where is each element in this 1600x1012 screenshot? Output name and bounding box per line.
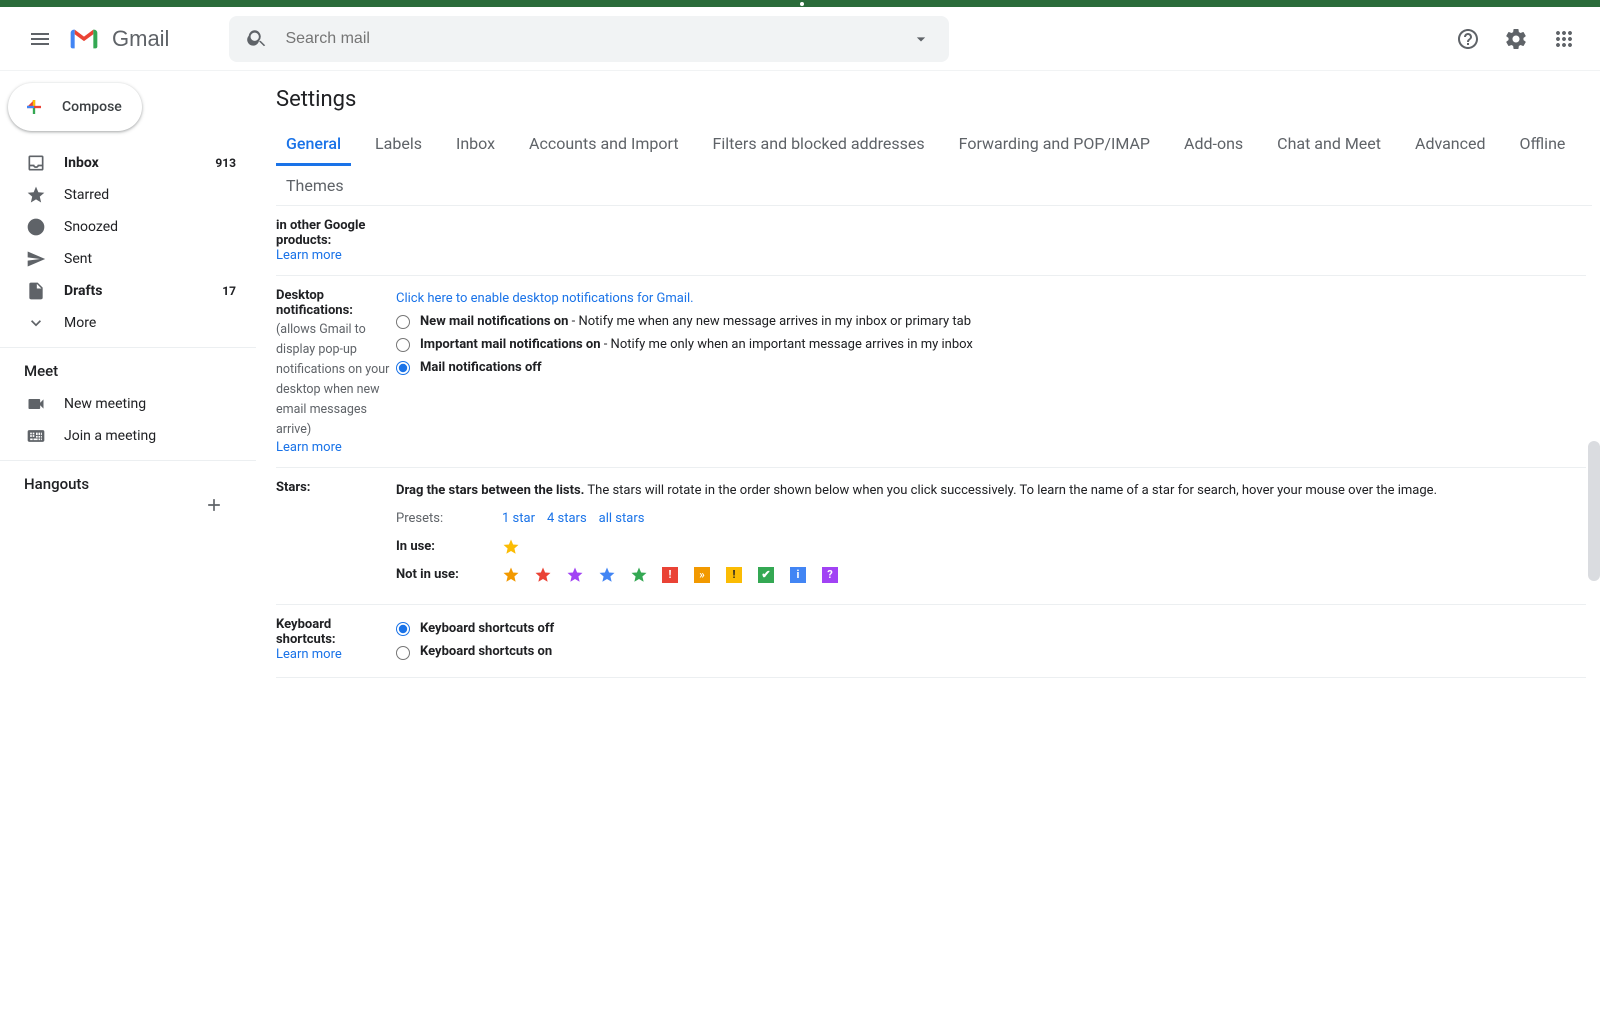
badge-red-bang[interactable]: ! — [662, 567, 678, 583]
gmail-logo-area[interactable]: Gmail — [68, 23, 169, 55]
radio-important-mail-on[interactable]: Important mail notifications on - Notify… — [396, 334, 1586, 356]
badge-blue-info[interactable]: i — [790, 567, 806, 583]
tab-themes[interactable]: Themes — [276, 166, 354, 205]
radio-new-mail-on[interactable]: New mail notifications on - Notify me wh… — [396, 311, 1586, 333]
star-red[interactable] — [534, 566, 552, 584]
preset-4stars[interactable]: 4 stars — [547, 508, 587, 530]
drafts-icon — [26, 281, 46, 301]
preset-allstars[interactable]: all stars — [599, 508, 645, 530]
window-top-border — [0, 0, 1600, 7]
gmail-logo-icon — [68, 23, 100, 55]
search-icon — [246, 28, 268, 50]
radio-mail-off-input[interactable] — [396, 361, 410, 375]
tab-addons[interactable]: Add-ons — [1174, 124, 1253, 166]
radio-shortcuts-off-input[interactable] — [396, 622, 410, 636]
tab-forwarding[interactable]: Forwarding and POP/IMAP — [949, 124, 1160, 166]
setting-row-keyboard-shortcuts: Keyboard shortcuts: Learn more Keyboard … — [276, 605, 1586, 677]
meet-section-title: Meet — [0, 348, 256, 388]
compose-plus-icon — [20, 93, 48, 121]
expand-more-icon — [26, 313, 46, 333]
video-icon — [26, 394, 46, 414]
tab-inbox[interactable]: Inbox — [446, 124, 505, 166]
sent-icon — [26, 249, 46, 269]
tab-filters[interactable]: Filters and blocked addresses — [703, 124, 935, 166]
star-orange[interactable] — [502, 566, 520, 584]
caret-down-icon — [911, 29, 931, 49]
support-button[interactable] — [1448, 19, 1488, 59]
clock-icon — [26, 217, 46, 237]
help-icon — [1456, 27, 1480, 51]
learn-more-shortcuts-link[interactable]: Learn more — [276, 647, 390, 662]
enable-desktop-notifications-link[interactable]: Click here to enable desktop notificatio… — [396, 288, 1586, 310]
settings-scroll-area[interactable]: in other Google products: Learn more Des… — [276, 206, 1592, 1011]
preset-1star[interactable]: 1 star — [502, 508, 535, 530]
badge-yellow-bang[interactable]: ! — [726, 567, 742, 583]
setting-row-smart-features-partial: in other Google products: Learn more — [276, 206, 1586, 276]
radio-new-mail-on-input[interactable] — [396, 315, 410, 329]
settings-button[interactable] — [1496, 19, 1536, 59]
tab-offline[interactable]: Offline — [1510, 124, 1576, 166]
sidebar: Compose Inbox 913 Starred Snoozed Sent — [0, 71, 256, 1012]
badge-purple-question[interactable]: ? — [822, 567, 838, 583]
sidebar-item-inbox[interactable]: Inbox 913 — [0, 147, 248, 179]
page-title: Settings — [276, 87, 1592, 112]
sidebar-item-more[interactable]: More — [0, 307, 248, 339]
sidebar-item-starred[interactable]: Starred — [0, 179, 248, 211]
compose-button[interactable]: Compose — [8, 83, 142, 131]
sidebar-item-drafts[interactable]: Drafts 17 — [0, 275, 248, 307]
search-box[interactable] — [229, 16, 949, 62]
star-icon — [26, 185, 46, 205]
tab-accounts-import[interactable]: Accounts and Import — [519, 124, 689, 166]
star-yellow[interactable] — [502, 538, 520, 556]
radio-shortcuts-on[interactable]: Keyboard shortcuts on — [396, 641, 1586, 663]
gear-icon — [1504, 27, 1528, 51]
setting-row-desktop-notifications: Desktop notifications: (allows Gmail to … — [276, 276, 1586, 468]
radio-shortcuts-off[interactable]: Keyboard shortcuts off — [396, 618, 1586, 640]
star-purple[interactable] — [566, 566, 584, 584]
learn-more-smart-link[interactable]: Learn more — [276, 248, 390, 263]
badge-orange-arrows[interactable]: » — [694, 567, 710, 583]
radio-important-mail-on-input[interactable] — [396, 338, 410, 352]
badge-green-check[interactable]: ✔ — [758, 567, 774, 583]
radio-mail-off[interactable]: Mail notifications off — [396, 357, 1586, 379]
hamburger-icon — [28, 27, 52, 51]
sidebar-item-new-meeting[interactable]: New meeting — [0, 388, 248, 420]
search-button[interactable] — [237, 19, 277, 59]
sidebar-item-join-meeting[interactable]: Join a meeting — [0, 420, 248, 452]
plus-icon — [204, 495, 224, 515]
header-bar: Gmail — [0, 7, 1600, 71]
apps-grid-icon — [1552, 27, 1576, 51]
inbox-icon — [26, 153, 46, 173]
search-input[interactable] — [277, 30, 901, 48]
learn-more-desktop-link[interactable]: Learn more — [276, 440, 390, 455]
compose-label: Compose — [62, 99, 122, 115]
settings-tabs: General Labels Inbox Accounts and Import… — [276, 124, 1592, 206]
hangouts-new-button[interactable] — [204, 495, 224, 519]
keyboard-icon — [26, 426, 46, 446]
search-options-button[interactable] — [901, 19, 941, 59]
tab-advanced[interactable]: Advanced — [1405, 124, 1496, 166]
tab-labels[interactable]: Labels — [365, 124, 432, 166]
sidebar-item-snoozed[interactable]: Snoozed — [0, 211, 248, 243]
nav-list: Inbox 913 Starred Snoozed Sent Drafts 17 — [0, 147, 256, 348]
radio-shortcuts-on-input[interactable] — [396, 646, 410, 660]
google-apps-button[interactable] — [1544, 19, 1584, 59]
star-blue[interactable] — [598, 566, 616, 584]
star-green[interactable] — [630, 566, 648, 584]
scrollbar-thumb[interactable] — [1588, 441, 1600, 581]
main-menu-button[interactable] — [16, 15, 64, 63]
gmail-wordmark: Gmail — [112, 26, 169, 52]
tab-chat-meet[interactable]: Chat and Meet — [1267, 124, 1391, 166]
tab-general[interactable]: General — [276, 124, 351, 166]
main-content: Settings General Labels Inbox Accounts a… — [256, 71, 1600, 1012]
sidebar-item-sent[interactable]: Sent — [0, 243, 248, 275]
setting-row-stars: Stars: Drag the stars between the lists.… — [276, 468, 1586, 605]
